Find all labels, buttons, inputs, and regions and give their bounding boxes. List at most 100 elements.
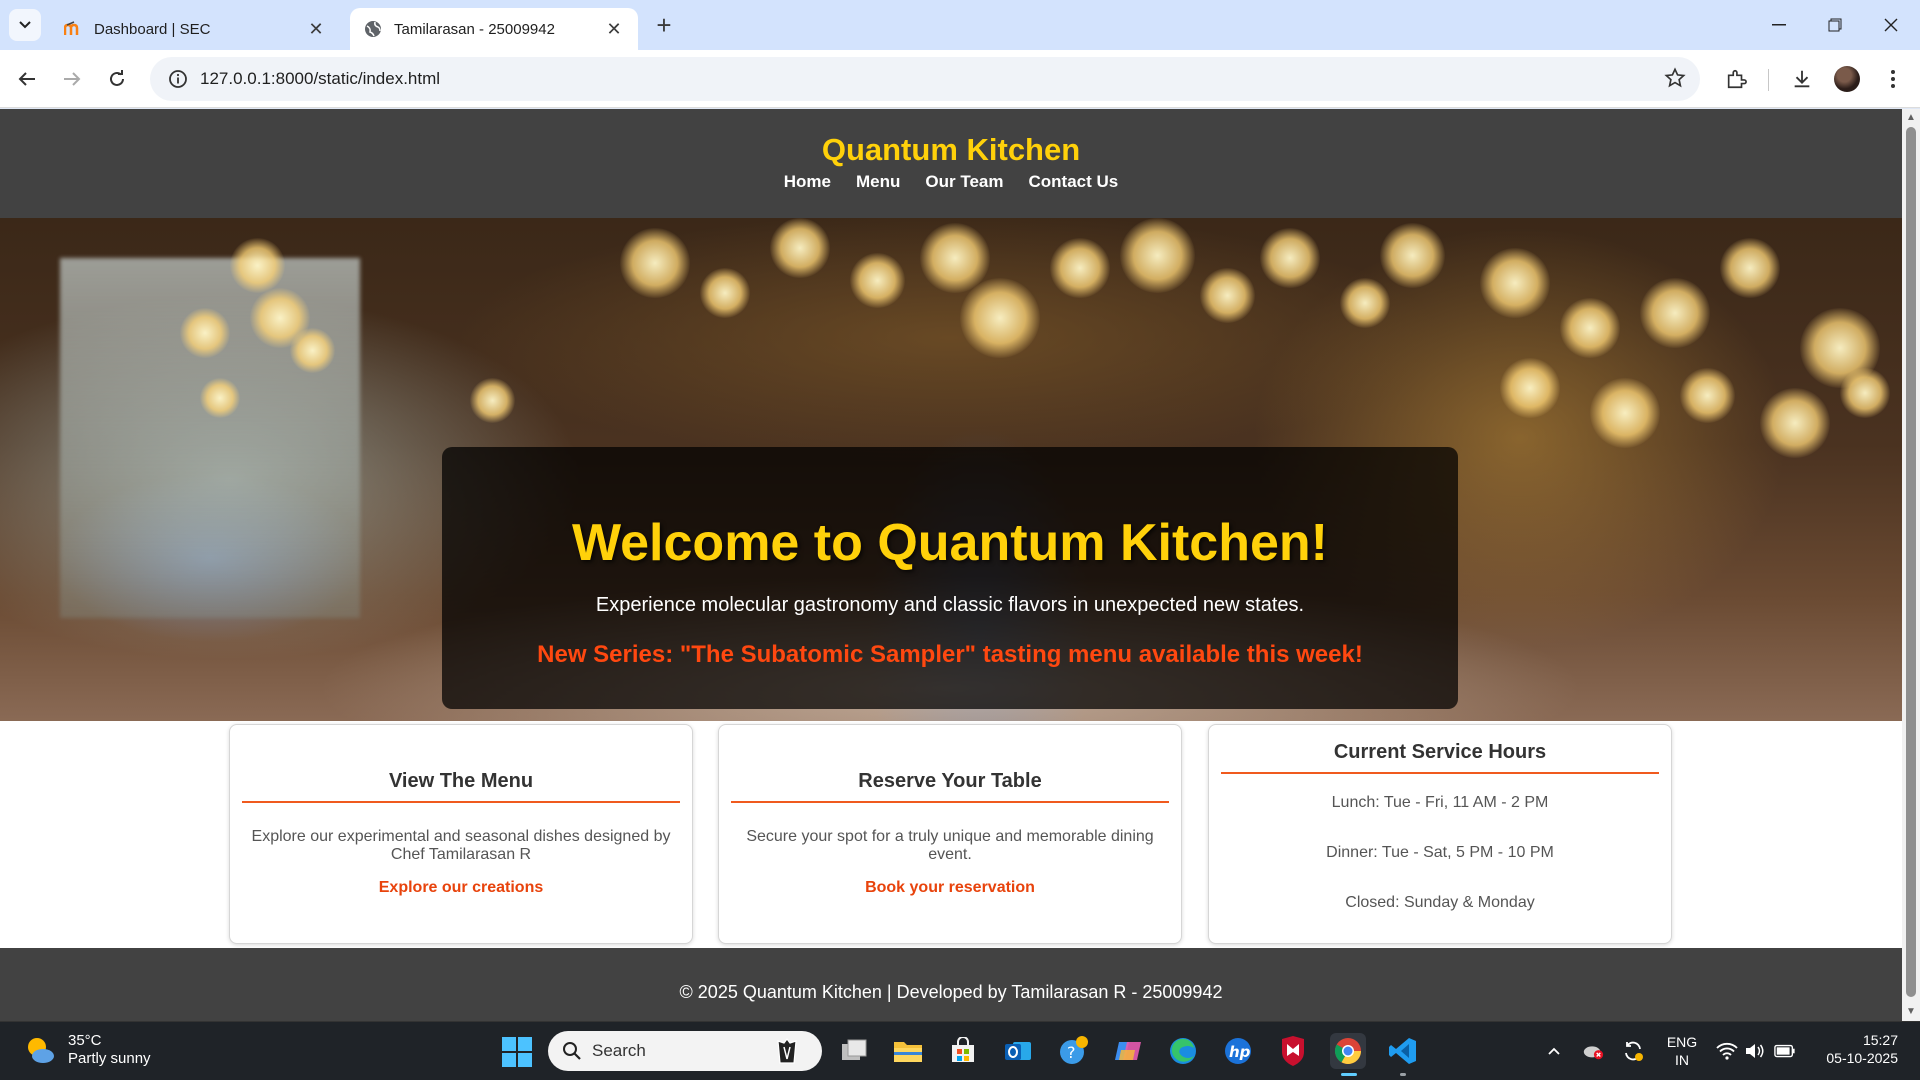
copilot-icon[interactable] [1110,1033,1146,1069]
tab-strip: Dashboard | SEC ✕ Tamilarasan - 25009942… [0,0,1920,50]
chrome-icon[interactable] [1330,1033,1366,1076]
hours-lunch: Lunch: Tue - Fri, 11 AM - 2 PM [1331,794,1549,811]
microsoft-store-icon[interactable] [945,1033,981,1069]
hero-bokeh [1500,358,1560,418]
page-scrollbar[interactable]: ▲ ▼ [1902,109,1920,1021]
hero-bokeh [1840,368,1890,418]
wifi-icon[interactable] [1716,1040,1738,1062]
hours-dinner: Dinner: Tue - Sat, 5 PM - 10 PM [1326,844,1554,861]
tab-dashboard[interactable]: Dashboard | SEC ✕ [50,8,340,50]
restore-button[interactable] [1807,0,1863,50]
hero-bokeh [1720,238,1780,298]
forward-button[interactable] [54,61,90,97]
nav-menu[interactable]: Menu [856,172,900,192]
close-icon[interactable]: ✕ [604,19,624,39]
sync-icon[interactable] [1622,1040,1644,1062]
battery-icon[interactable] [1774,1040,1796,1062]
nav-our-team[interactable]: Our Team [925,172,1003,192]
windows-taskbar: 35°C Partly sunny Search ? hp ENG IN 15:… [0,1021,1920,1080]
hero-bokeh [960,278,1040,358]
card-description: Secure your spot for a truly unique and … [746,828,1154,863]
explore-creations-link[interactable]: Explore our creations [230,879,692,897]
back-button[interactable] [9,61,45,97]
hero-bokeh [1760,388,1830,458]
arrow-right-icon [64,72,81,86]
clock[interactable]: 15:27 05-10-2025 [1808,1031,1898,1067]
clock-date: 05-10-2025 [1826,1050,1898,1066]
hero-bokeh [470,378,515,423]
site-title: Quantum Kitchen [821,132,1081,167]
hero-bokeh [1680,368,1735,423]
close-icon [1884,18,1898,32]
volume-icon[interactable] [1744,1040,1766,1062]
search-placeholder: Search [592,1041,646,1060]
hours-closed: Closed: Sunday & Monday [1345,894,1535,911]
book-reservation-link[interactable]: Book your reservation [719,879,1181,897]
card-title: Reserve Your Table [731,770,1169,803]
menu-kebab-icon[interactable] [1878,64,1908,94]
close-window-button[interactable] [1863,0,1919,50]
moodle-favicon-icon [64,20,82,38]
vscode-icon[interactable] [1385,1033,1421,1076]
weather-condition: Partly sunny [68,1050,151,1067]
hero-bokeh [1380,223,1445,288]
nav-home[interactable]: Home [784,172,831,192]
download-icon[interactable] [1787,64,1817,94]
hero-bokeh [700,268,750,318]
hero-announcement: New Series: "The Subatomic Sampler" tast… [537,641,1363,668]
tab-search-button[interactable] [9,9,41,41]
new-tab-button[interactable]: + [650,10,678,40]
site-info-icon[interactable] [156,69,200,89]
arrow-left-icon [18,72,35,86]
extensions-icon[interactable] [1721,64,1751,94]
search-highlight-icon [772,1037,802,1070]
hero-bokeh [1590,378,1660,448]
site-header: Quantum Kitchen Home Menu Our Team Conta… [0,109,1902,218]
reload-icon [110,70,124,86]
taskbar-search[interactable]: Search [548,1031,822,1071]
scroll-thumb[interactable] [1906,127,1916,997]
clock-time: 15:27 [1862,1032,1898,1048]
card-title: View The Menu [242,770,680,803]
language-indicator[interactable]: ENG IN [1664,1033,1700,1069]
profile-avatar[interactable] [1834,66,1860,92]
svg-text:?: ? [1067,1043,1076,1062]
hero-bokeh [620,228,690,298]
bookmark-star-icon[interactable] [1664,67,1686,94]
start-button[interactable] [502,1037,532,1067]
hero-bokeh [1120,218,1195,293]
edge-icon[interactable] [1165,1033,1201,1069]
weather-temperature: 35°C [68,1032,102,1049]
hero-bokeh [200,378,240,418]
language-code: ENG [1666,1034,1698,1050]
card-reserve-table: Reserve Your Table Secure your spot for … [718,724,1182,944]
globe-icon [364,20,382,38]
url-text: 127.0.0.1:8000/static/index.html [200,69,441,88]
minimize-icon [1772,24,1786,26]
hero-bokeh [1560,298,1620,358]
browser-toolbar: 127.0.0.1:8000/static/index.html [0,50,1920,108]
address-bar[interactable]: 127.0.0.1:8000/static/index.html [150,57,1700,101]
minimize-button[interactable] [1751,0,1807,50]
scroll-down-icon[interactable]: ▼ [1905,1007,1917,1017]
onedrive-error-icon[interactable] [1582,1040,1604,1062]
nav-contact-us[interactable]: Contact Us [1028,172,1118,192]
outlook-icon[interactable] [1000,1033,1036,1069]
svg-text:hp: hp [1229,1043,1251,1061]
close-icon[interactable]: ✕ [306,19,326,39]
card-view-menu: View The Menu Explore our experimental a… [229,724,693,944]
chevron-up-icon[interactable] [1543,1040,1565,1062]
toolbar-divider [1768,69,1769,91]
card-service-hours: Current Service Hours Lunch: Tue - Fri, … [1208,724,1672,944]
scroll-up-icon[interactable]: ▲ [1905,113,1917,123]
file-explorer-icon[interactable] [890,1033,926,1069]
get-help-icon[interactable]: ? [1055,1033,1091,1069]
hp-icon[interactable]: hp [1220,1033,1256,1069]
tab-tamilarasan[interactable]: Tamilarasan - 25009942 ✕ [350,8,638,50]
mcafee-icon[interactable] [1275,1033,1311,1069]
chevron-down-icon [19,21,31,29]
task-view-icon[interactable] [836,1033,872,1069]
weather-widget[interactable]: 35°C Partly sunny [24,1032,151,1068]
reload-button[interactable] [99,61,135,97]
hero-bokeh [1260,228,1320,288]
